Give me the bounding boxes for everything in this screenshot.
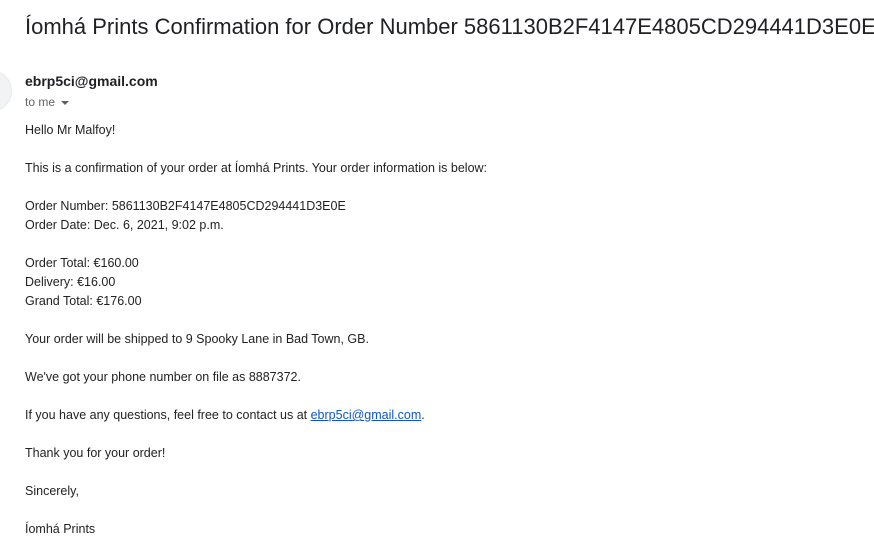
order-date: Order Date: Dec. 6, 2021, 9:02 p.m.	[25, 218, 224, 232]
order-number: Order Number: 5861130B2F4147E4805CD29444…	[25, 199, 346, 213]
order-total: Order Total: €160.00	[25, 256, 139, 270]
recipient-dropdown[interactable]: to me	[25, 95, 70, 109]
thanks-line: Thank you for your order!	[25, 446, 166, 460]
questions-prefix: If you have any questions, feel free to …	[25, 408, 311, 422]
intro-text: This is a confirmation of your order at …	[25, 161, 488, 175]
signature: Íomhá Prints	[25, 522, 96, 536]
contact-email-link[interactable]: ebrp5ci@gmail.com	[311, 408, 422, 422]
email-subject: Íomhá Prints Confirmation for Order Numb…	[25, 14, 874, 39]
questions-line: If you have any questions, feel free to …	[25, 406, 487, 425]
sign-off: Sincerely,	[25, 484, 79, 498]
greeting: Hello Mr Malfoy!	[25, 123, 116, 137]
grand-total: Grand Total: €176.00	[25, 294, 142, 308]
sender-avatar	[0, 70, 12, 112]
sender-address: ebrp5ci@gmail.com	[25, 73, 158, 89]
shipping-info: Your order will be shipped to 9 Spooky L…	[25, 332, 369, 346]
chevron-down-icon[interactable]	[61, 100, 70, 105]
phone-info: We've got your phone number on file as 8…	[25, 370, 301, 384]
recipient-label: to me	[25, 95, 56, 109]
delivery-cost: Delivery: €16.00	[25, 275, 116, 289]
questions-suffix: .	[421, 408, 425, 422]
email-body: Hello Mr Malfoy! This is a confirmation …	[25, 121, 487, 539]
email-view: Íomhá Prints Confirmation for Order Numb…	[0, 0, 874, 548]
